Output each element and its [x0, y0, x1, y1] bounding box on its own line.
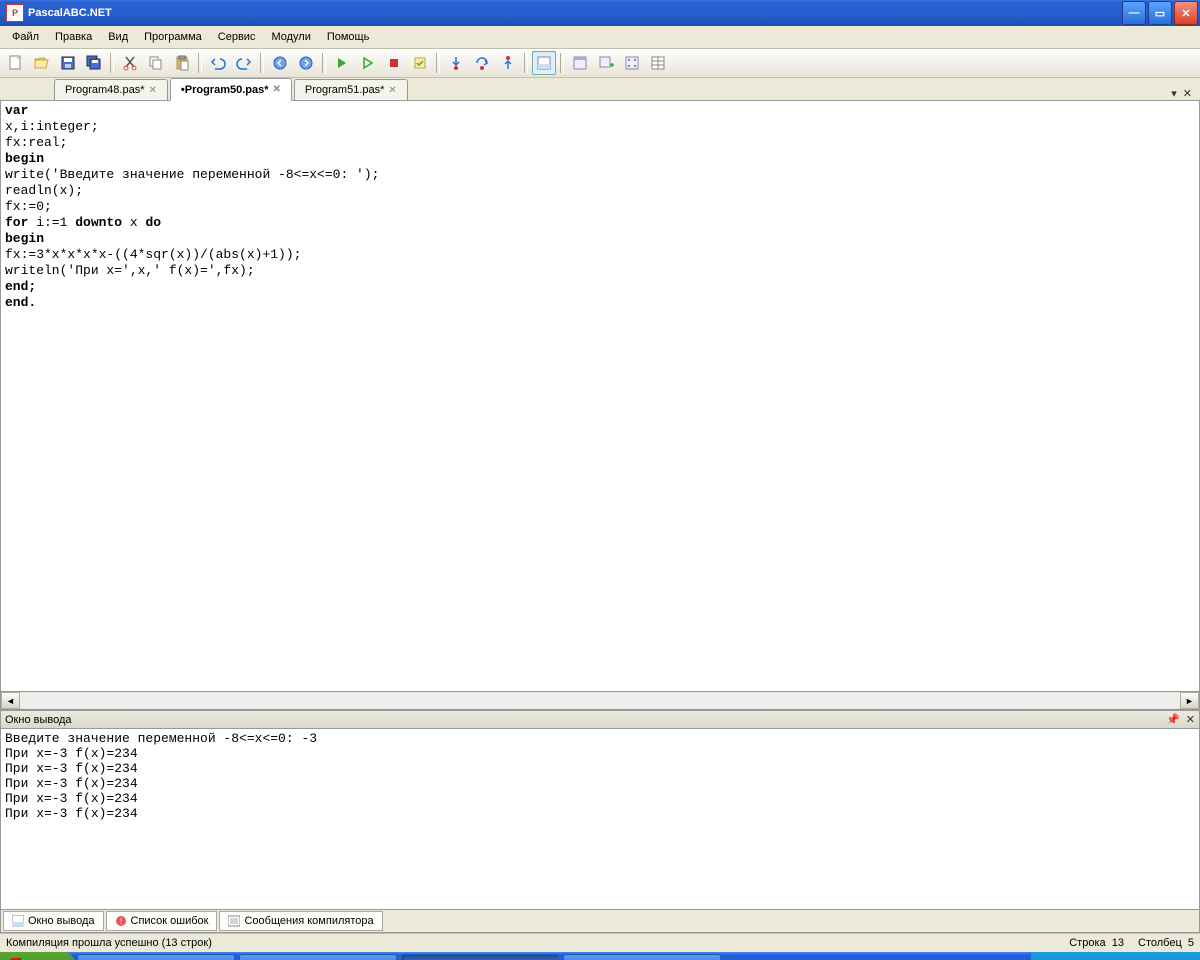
tab-controls: ▾ ✕ — [1171, 87, 1196, 100]
output-pin-icon[interactable]: 📌 — [1166, 713, 1180, 726]
step-out-icon[interactable] — [496, 51, 520, 75]
status-line: Строка 13 — [1069, 937, 1124, 949]
output-panel[interactable]: Введите значение переменной -8<=x<=0: -3… — [0, 729, 1200, 910]
task-button[interactable]: ▤26_KR_var_1 - Micro… — [563, 954, 721, 960]
title-bar: P PascalABC.NET — ▭ ✕ — [0, 0, 1200, 26]
new-file-icon[interactable] — [4, 51, 28, 75]
separator — [198, 53, 202, 73]
separator — [322, 53, 326, 73]
separator — [524, 53, 528, 73]
scroll-left-icon[interactable]: ◄ — [1, 692, 20, 709]
menu-modules[interactable]: Модули — [263, 29, 318, 45]
step-into-icon[interactable] — [444, 51, 468, 75]
undo-icon[interactable] — [206, 51, 230, 75]
bottomtab-output[interactable]: Окно вывода — [3, 911, 104, 931]
tabs-dropdown-icon[interactable]: ▾ — [1171, 87, 1177, 100]
minimize-button[interactable]: — — [1122, 1, 1146, 25]
save-all-icon[interactable] — [82, 51, 106, 75]
output-close-icon[interactable]: ✕ — [1186, 713, 1195, 726]
tabs-close-icon[interactable]: ✕ — [1183, 87, 1192, 100]
app-icon: P — [6, 4, 24, 22]
status-bar: Компиляция прошла успешно (13 строк) Стр… — [0, 933, 1200, 952]
redo-icon[interactable] — [232, 51, 256, 75]
svg-text:!: ! — [119, 917, 121, 926]
cut-icon[interactable] — [118, 51, 142, 75]
document-tab-bar: Program48.pas* ✕ •Program50.pas* ✕ Program… — [0, 78, 1200, 101]
start-button[interactable]: пуск — [0, 952, 75, 960]
tab-program50[interactable]: •Program50.pas* ✕ — [170, 78, 292, 101]
tab-close-icon[interactable]: ✕ — [273, 84, 281, 95]
save-icon[interactable] — [56, 51, 80, 75]
open-file-icon[interactable] — [30, 51, 54, 75]
menu-edit[interactable]: Правка — [47, 29, 100, 45]
separator — [560, 53, 564, 73]
task-button[interactable]: ◎Циклы в Паскале | … — [239, 954, 397, 960]
bottomtab-errors[interactable]: !Список ошибок — [106, 911, 218, 931]
run-no-debug-icon[interactable] — [356, 51, 380, 75]
compile-icon[interactable] — [408, 51, 432, 75]
toggle-output-icon[interactable] — [532, 51, 556, 75]
run-icon[interactable] — [330, 51, 354, 75]
tab-label: •Program50.pas* — [181, 84, 269, 96]
toolbar — [0, 49, 1200, 78]
navigate-fwd-icon[interactable] — [294, 51, 318, 75]
paste-icon[interactable] — [170, 51, 194, 75]
menu-file[interactable]: Файл — [4, 29, 47, 45]
new-form-icon[interactable] — [568, 51, 592, 75]
add-form-icon[interactable] — [594, 51, 618, 75]
navigate-back-icon[interactable] — [268, 51, 292, 75]
menu-bar: Файл Правка Вид Программа Сервис Модули … — [0, 26, 1200, 49]
output-title: Окно вывода — [5, 714, 72, 726]
tab-label: Program48.pas* — [65, 84, 145, 96]
separator — [260, 53, 264, 73]
step-over-icon[interactable] — [470, 51, 494, 75]
status-column: Столбец 5 — [1138, 937, 1194, 949]
code-editor[interactable]: var x,i:integer; fx:real; begin write('В… — [0, 101, 1200, 692]
separator — [110, 53, 114, 73]
status-message: Компиляция прошла успешно (13 строк) — [6, 937, 212, 949]
system-tray: EN ◷ ⬒ ⚑ ⬓ ◉ 9:41 — [1031, 952, 1200, 960]
menu-service[interactable]: Сервис — [210, 29, 264, 45]
menu-view[interactable]: Вид — [100, 29, 136, 45]
menu-program[interactable]: Программа — [136, 29, 210, 45]
window-title: PascalABC.NET — [28, 7, 1122, 19]
stop-icon[interactable] — [382, 51, 406, 75]
scroll-right-icon[interactable]: ► — [1180, 692, 1199, 709]
bottom-tab-bar: Окно вывода !Список ошибок Сообщения ком… — [0, 910, 1200, 933]
bottomtab-messages[interactable]: Сообщения компилятора — [219, 911, 382, 931]
tab-close-icon[interactable]: ✕ — [149, 85, 157, 96]
error-list-icon: ! — [115, 915, 127, 927]
tab-label: Program51.pas* — [305, 84, 385, 96]
output-icon — [12, 915, 24, 927]
task-button[interactable]: ▣PascalABC.NET — [401, 954, 559, 960]
form-designer-icon[interactable] — [620, 51, 644, 75]
messages-icon — [228, 915, 240, 927]
taskbar: пуск ◎И_и_ИКТ_10Б_1_ли… ◎Циклы в Паскале… — [0, 952, 1200, 960]
output-panel-header: Окно вывода 📌 ✕ — [0, 710, 1200, 729]
editor-hscrollbar[interactable]: ◄ ► — [0, 692, 1200, 710]
copy-icon[interactable] — [144, 51, 168, 75]
properties-icon[interactable] — [646, 51, 670, 75]
menu-help[interactable]: Помощь — [319, 29, 378, 45]
maximize-button[interactable]: ▭ — [1148, 1, 1172, 25]
task-button[interactable]: ◎И_и_ИКТ_10Б_1_ли… — [77, 954, 235, 960]
tab-program48[interactable]: Program48.pas* ✕ — [54, 79, 168, 100]
close-button[interactable]: ✕ — [1174, 1, 1198, 25]
separator — [436, 53, 440, 73]
tab-close-icon[interactable]: ✕ — [388, 85, 396, 96]
tab-program51[interactable]: Program51.pas*✕ — [294, 79, 408, 100]
window-buttons: — ▭ ✕ — [1122, 1, 1198, 25]
